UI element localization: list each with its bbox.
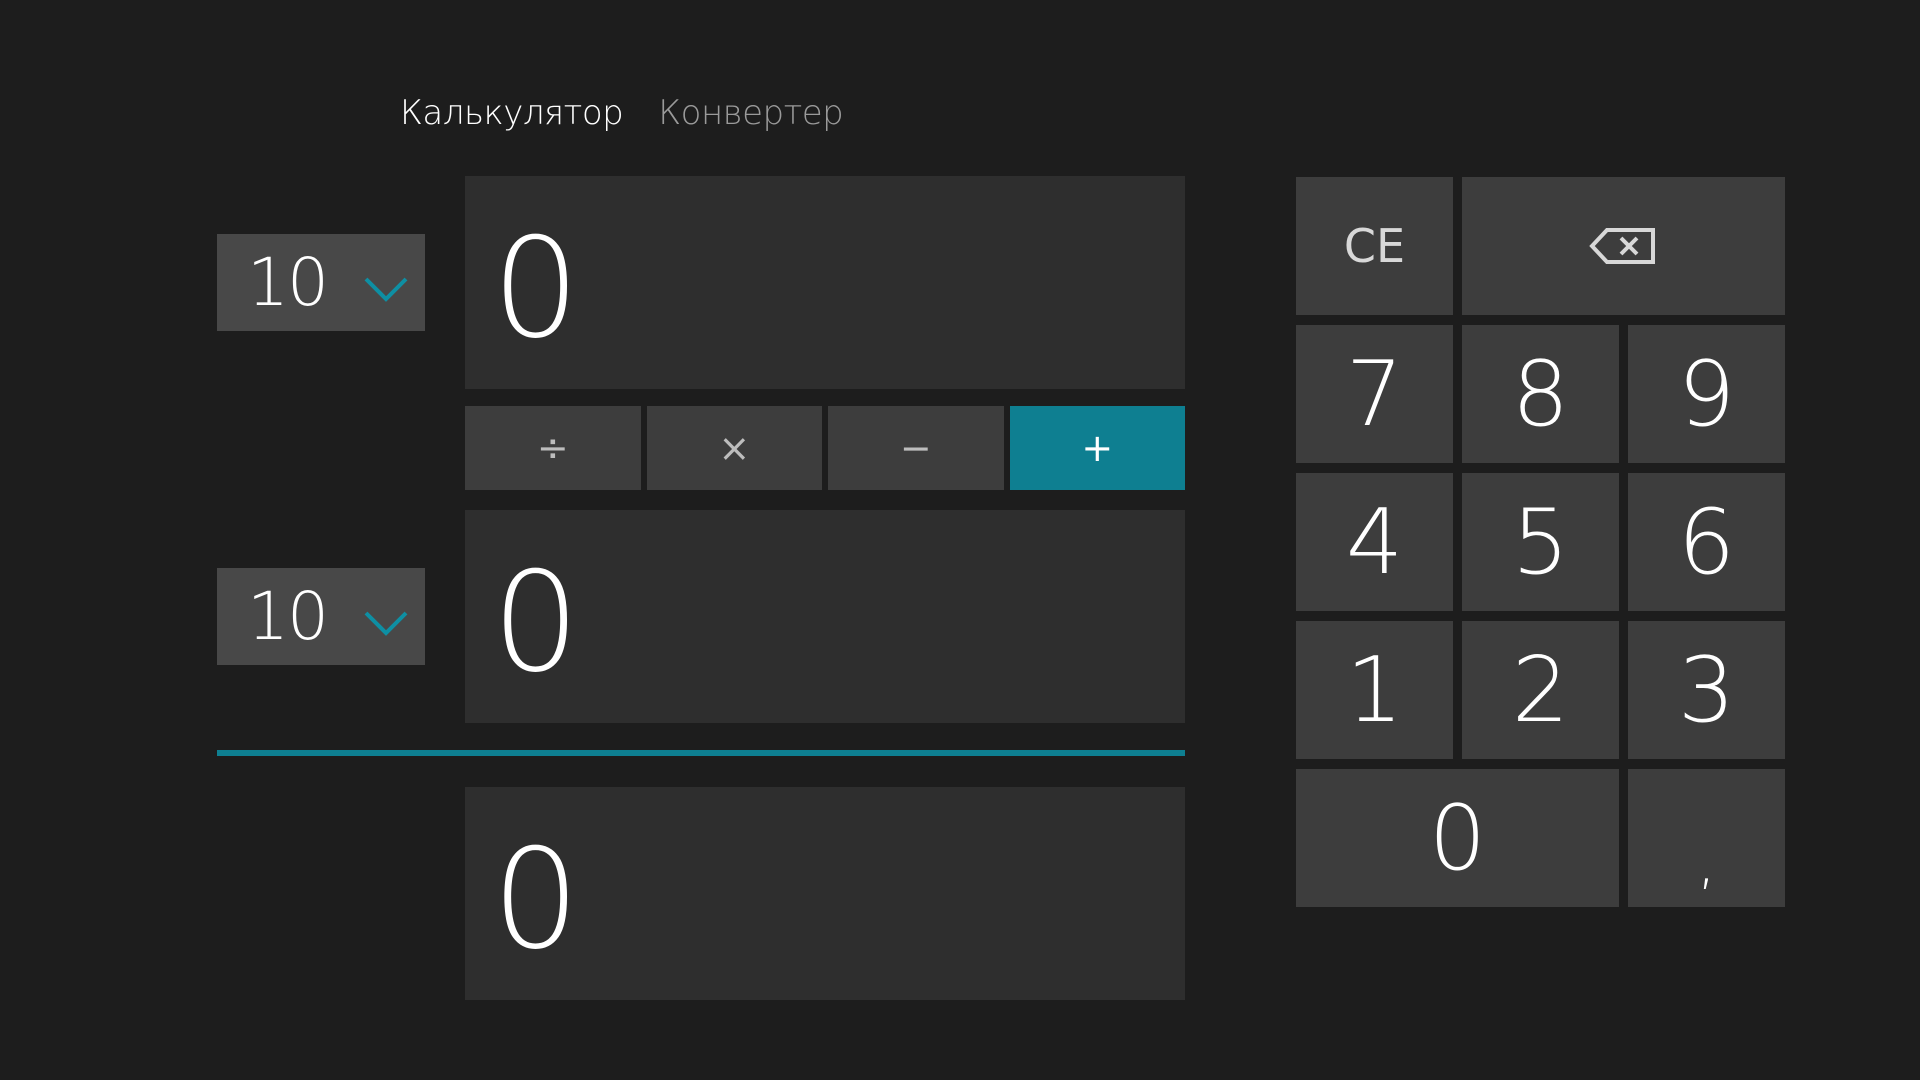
multiply-button[interactable]: × [646, 406, 822, 490]
operand2-display[interactable]: 0 [465, 510, 1185, 723]
result-divider [217, 750, 1185, 756]
divide-button[interactable]: ÷ [465, 406, 641, 490]
digit-5-button[interactable]: 5 [1462, 473, 1619, 611]
operand2-value: 0 [492, 541, 580, 703]
backspace-button[interactable] [1462, 177, 1785, 315]
tab-calculator[interactable]: Калькулятор [400, 88, 624, 138]
chevron-down-icon [364, 611, 408, 636]
digit-7-button[interactable]: 7 [1296, 325, 1453, 463]
backspace-icon [1588, 228, 1655, 264]
chevron-down-icon [364, 277, 408, 302]
clear-entry-button[interactable]: CE [1296, 177, 1453, 315]
digit-9-button[interactable]: 9 [1628, 325, 1785, 463]
keypad: CE 7 8 9 4 5 6 1 2 3 0 , [1296, 177, 1785, 907]
operand1-base-value: 10 [247, 244, 329, 321]
digit-4-button[interactable]: 4 [1296, 473, 1453, 611]
digit-2-button[interactable]: 2 [1462, 621, 1619, 759]
digit-0-button[interactable]: 0 [1296, 769, 1619, 907]
subtract-button[interactable]: − [828, 406, 1004, 490]
digit-3-button[interactable]: 3 [1628, 621, 1785, 759]
decimal-separator-button[interactable]: , [1628, 769, 1785, 907]
digit-6-button[interactable]: 6 [1628, 473, 1785, 611]
operand2-base-value: 10 [247, 578, 329, 655]
digit-8-button[interactable]: 8 [1462, 325, 1619, 463]
tab-converter[interactable]: Конвертер [658, 88, 844, 138]
result-value: 0 [492, 818, 580, 980]
operand2-base-select[interactable]: 10 [217, 568, 425, 665]
digit-1-button[interactable]: 1 [1296, 621, 1453, 759]
operator-bar: ÷ × − + [465, 406, 1185, 490]
add-button[interactable]: + [1009, 406, 1185, 490]
result-display: 0 [465, 787, 1185, 1000]
mode-tabs: Калькулятор Конвертер [400, 88, 844, 138]
operand1-display[interactable]: 0 [465, 176, 1185, 389]
operand1-value: 0 [492, 207, 580, 369]
operand1-base-select[interactable]: 10 [217, 234, 425, 331]
